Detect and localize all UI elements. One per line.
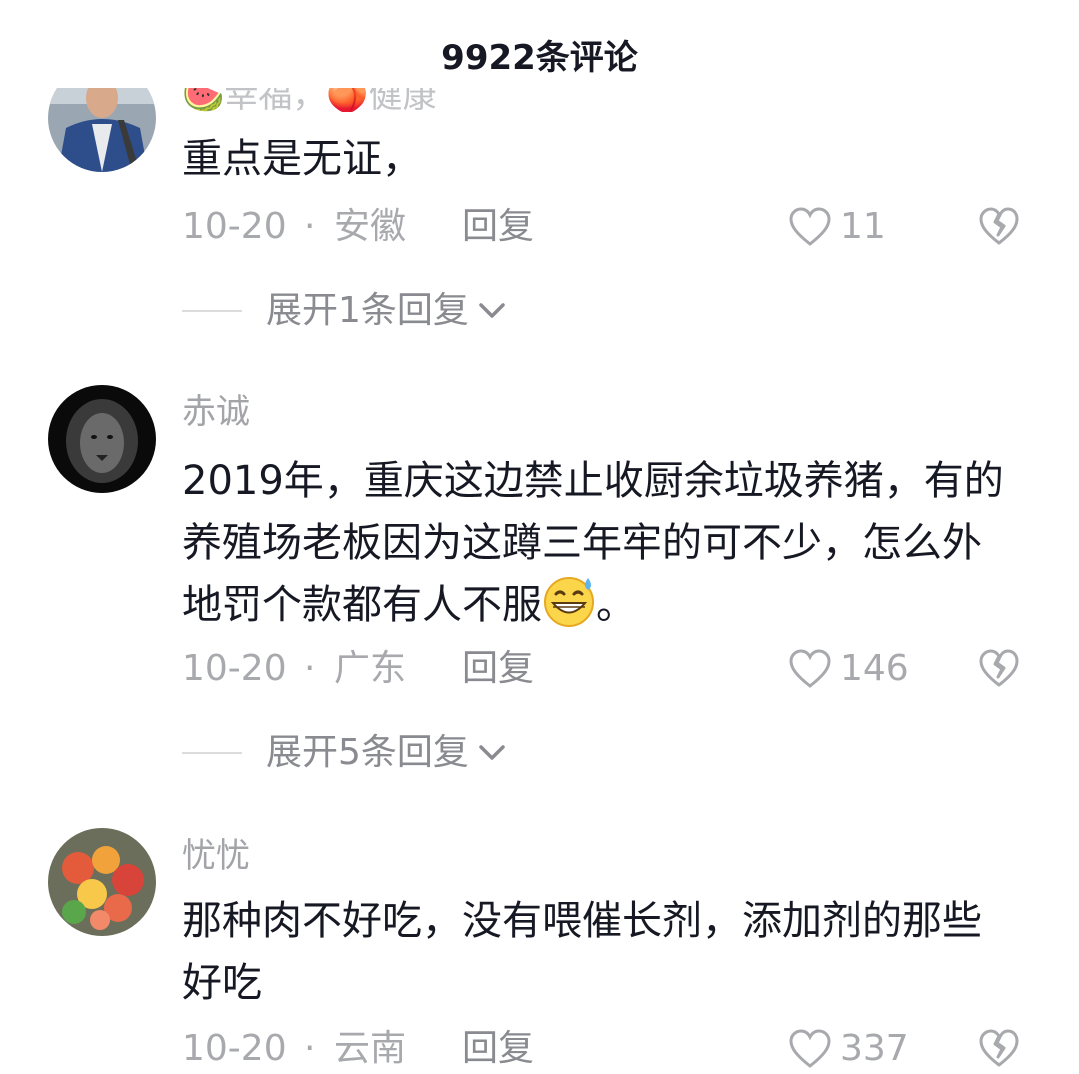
comment-text-suffix: 。	[596, 582, 636, 628]
divider-line	[182, 310, 242, 312]
comment-username[interactable]: 赤诚	[182, 392, 250, 432]
heart-outline-icon	[789, 207, 831, 246]
like-button[interactable]: 337	[788, 1024, 909, 1074]
broken-heart-icon[interactable]	[978, 647, 1020, 689]
grinning-sweat-emoji	[544, 577, 594, 627]
expand-replies-button[interactable]: 展开1条回复	[182, 286, 507, 336]
broken-heart-icon[interactable]	[978, 205, 1020, 247]
comment-meta: 10-20 · 安徽 回复 11	[182, 202, 1042, 252]
comment-text: 那种肉不好吃，没有喂催长剂，添加剂的那些好吃	[182, 898, 982, 1006]
comment-region: 广东	[334, 648, 407, 689]
like-count: 337	[840, 1028, 909, 1069]
chevron-down-icon	[479, 745, 505, 760]
comment-username[interactable]: 忧忧	[182, 836, 250, 876]
meta-separator: ·	[304, 1028, 316, 1069]
meta-separator: ·	[304, 648, 316, 689]
heart-outline-icon	[789, 649, 831, 688]
like-button[interactable]: 11	[788, 202, 886, 252]
avatar[interactable]	[48, 385, 156, 493]
comment-date: 10-20	[182, 1028, 287, 1069]
reply-button[interactable]: 回复	[462, 1024, 534, 1074]
broken-heart-icon[interactable]	[978, 1027, 1020, 1069]
comments-header-title: 9922条评论	[0, 28, 1079, 88]
comment-meta: 10-20 · 广东 回复 146	[182, 644, 1042, 694]
divider-line	[182, 752, 242, 754]
meta-separator: ·	[304, 206, 316, 247]
avatar[interactable]	[48, 828, 156, 936]
comment-date: 10-20	[182, 648, 287, 689]
comment-text: 重点是无证，	[182, 136, 422, 182]
like-count: 11	[840, 206, 886, 247]
reply-button[interactable]: 回复	[462, 644, 534, 694]
reply-button[interactable]: 回复	[462, 202, 534, 252]
comment-region: 安徽	[334, 206, 407, 247]
expand-replies-label: 展开5条回复	[266, 732, 469, 773]
comment-text: 2019年，重庆这边禁止收厨余垃圾养猪，有的养殖场老板因为这蹲三年牢的可不少，怎…	[182, 450, 1012, 636]
comment-region: 云南	[334, 1028, 407, 1069]
expand-replies-button[interactable]: 展开5条回复	[182, 728, 507, 778]
like-count: 146	[840, 648, 909, 689]
chevron-down-icon	[479, 303, 505, 318]
comment-list: 🍉幸福，🍑健康 重点是无证， 10-20 · 安徽 回复 11 展开1条回复 赤…	[0, 0, 1079, 1069]
heart-outline-icon	[789, 1029, 831, 1068]
comment-meta: 10-20 · 云南 回复 337	[182, 1024, 1042, 1074]
comment-date: 10-20	[182, 206, 287, 247]
like-button[interactable]: 146	[788, 644, 909, 694]
expand-replies-label: 展开1条回复	[266, 290, 469, 331]
